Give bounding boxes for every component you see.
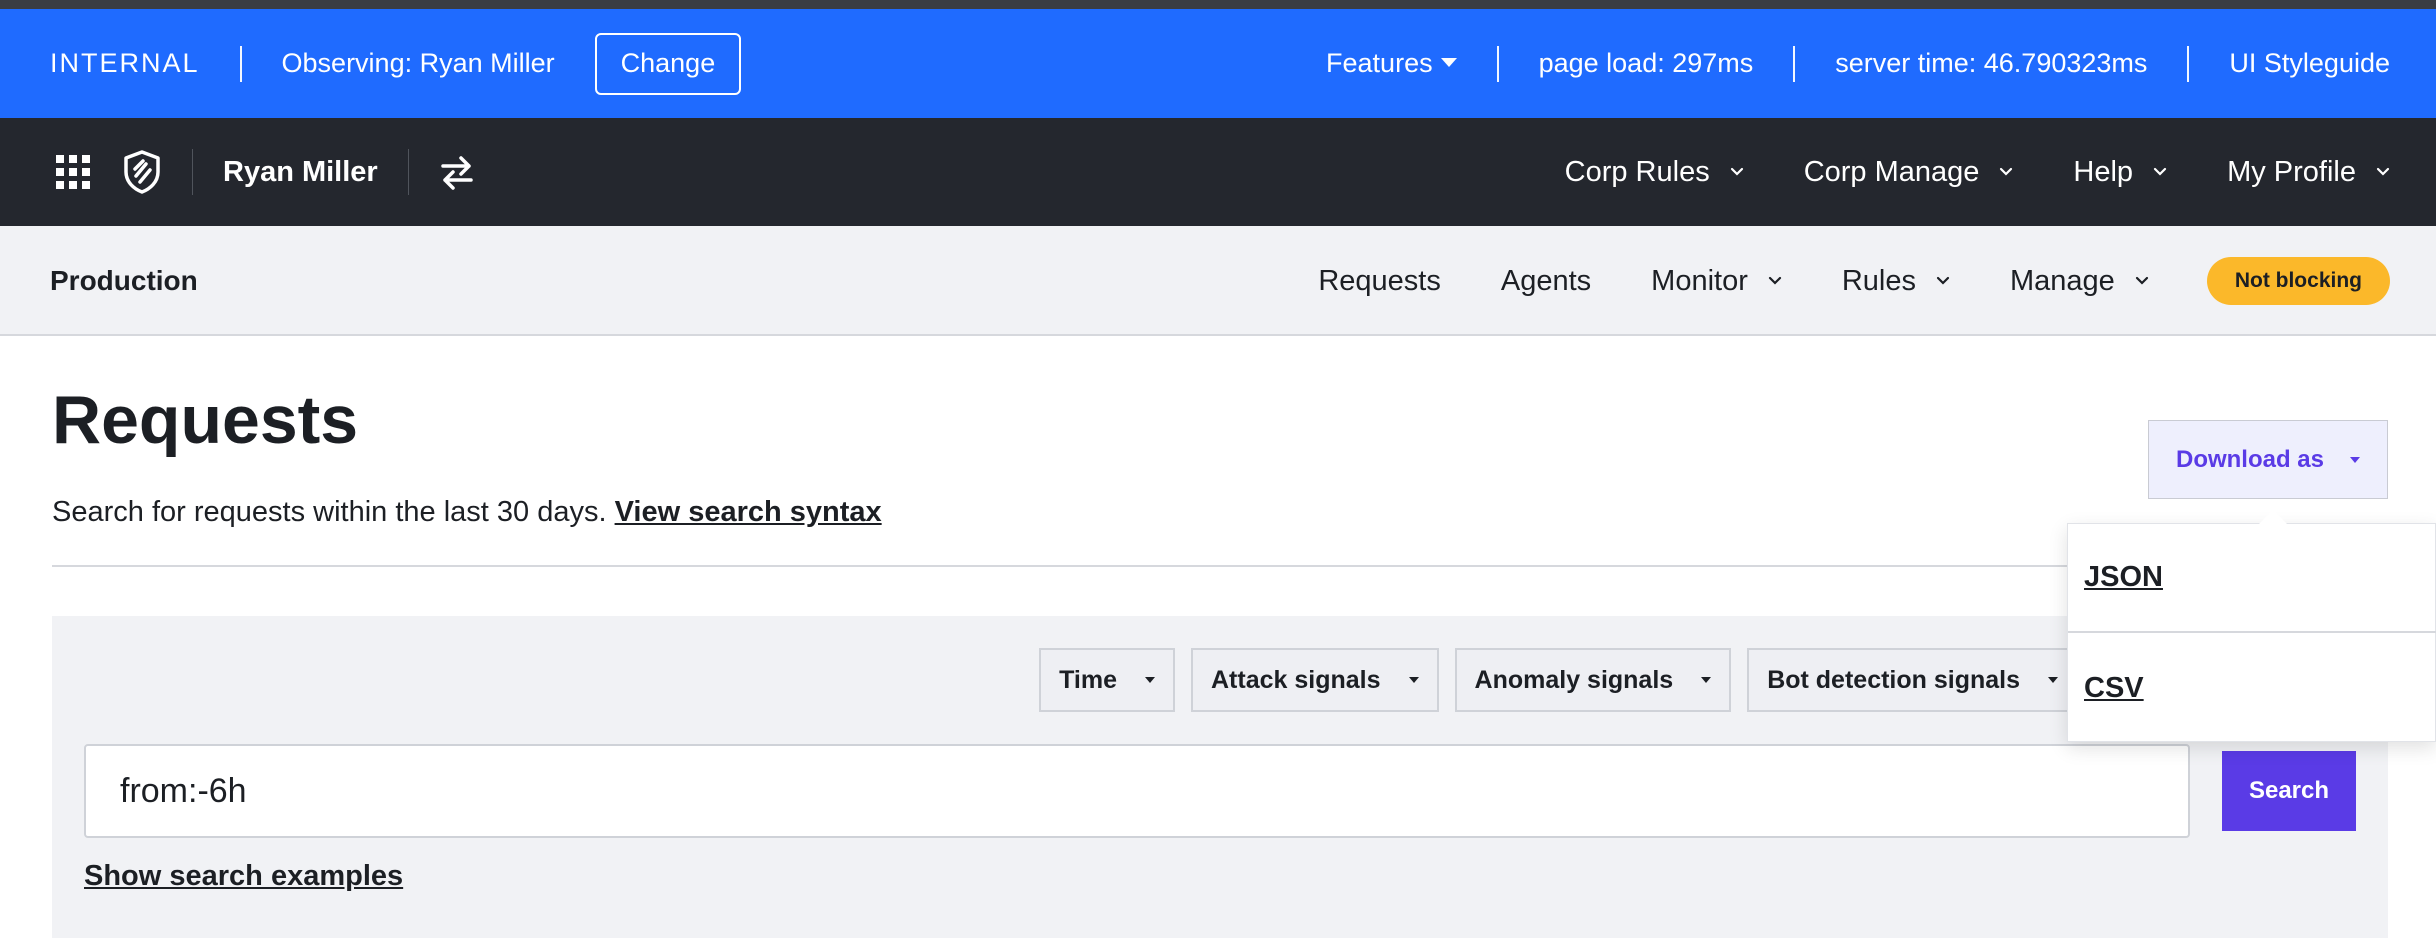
main-nav: Ryan Miller Corp Rules Corp Manage Help … <box>0 118 2436 226</box>
corp-manage-label: Corp Manage <box>1803 155 1980 188</box>
dropdown-arrow <box>2259 510 2287 524</box>
app-grid-icon[interactable] <box>56 155 90 189</box>
divider <box>407 149 409 195</box>
corp-manage-menu[interactable]: Corp Manage <box>1804 156 2014 189</box>
view-search-syntax-link[interactable]: View search syntax <box>615 496 882 528</box>
caret-down-icon <box>1145 677 1155 683</box>
attack-signals-label: Attack signals <box>1211 665 1381 694</box>
site-nav-monitor[interactable]: Monitor <box>1651 265 1782 298</box>
divider <box>1793 45 1796 82</box>
chevron-down-icon <box>1768 276 1781 285</box>
main-nav-left: Ryan Miller <box>56 118 475 226</box>
download-as-label: Download as <box>2175 445 2325 473</box>
bot-detection-signals-label: Bot detection signals <box>1767 665 2020 694</box>
help-label: Help <box>2073 155 2134 188</box>
download-as-button[interactable]: Download as <box>2148 420 2388 499</box>
chevron-down-icon <box>1730 167 1743 176</box>
search-panel: Time Attack signals Anomaly signals Bot … <box>52 616 2388 938</box>
divider <box>192 149 193 195</box>
chevron-down-icon <box>1936 276 1950 285</box>
internal-label: INTERNAL <box>50 48 200 78</box>
caret-down-icon <box>1701 677 1712 683</box>
bot-detection-signals-filter[interactable]: Bot detection signals <box>1747 648 2078 712</box>
site-nav-manage[interactable]: Manage <box>2010 265 2149 298</box>
time-filter-label: Time <box>1059 665 1117 694</box>
site-nav-agents[interactable]: Agents <box>1501 265 1591 298</box>
page-title: Requests <box>52 382 359 458</box>
manage-label: Manage <box>2010 264 2115 297</box>
filter-row: Time Attack signals Anomaly signals Bot … <box>1023 648 2078 712</box>
my-profile-label: My Profile <box>2227 155 2356 188</box>
help-menu[interactable]: Help <box>2073 156 2167 189</box>
swap-icon[interactable] <box>439 154 475 190</box>
divider <box>52 565 2392 567</box>
ui-styleguide-link[interactable]: UI Styleguide <box>2229 48 2390 79</box>
blocking-status-badge: Not blocking <box>2206 257 2390 305</box>
time-filter[interactable]: Time <box>1039 648 1175 712</box>
monitor-label: Monitor <box>1651 264 1748 297</box>
user-name: Ryan Miller <box>223 155 378 188</box>
internal-bar-right: Features page load: 297ms server time: 4… <box>1326 9 2390 118</box>
site-nav-requests[interactable]: Requests <box>1318 265 1441 298</box>
search-input[interactable] <box>84 744 2190 838</box>
features-label: Features <box>1326 48 1433 78</box>
requests-label: Requests <box>1318 264 1441 297</box>
caret-down-icon <box>1408 677 1419 683</box>
caret-down-icon <box>1440 58 1457 68</box>
download-dropdown-menu: JSON CSV <box>2067 510 2436 743</box>
show-search-examples-link[interactable]: Show search examples <box>84 860 403 893</box>
site-nav-rules[interactable]: Rules <box>1842 265 1950 298</box>
features-menu[interactable]: Features <box>1326 48 1457 79</box>
anomaly-signals-filter[interactable]: Anomaly signals <box>1454 648 1732 712</box>
change-user-button[interactable]: Change <box>594 32 742 95</box>
observing-user-text: Observing: Ryan Miller <box>281 48 555 78</box>
caret-down-icon <box>2350 456 2361 463</box>
internal-bar: INTERNAL Observing: Ryan Miller Change F… <box>0 9 2436 118</box>
chevron-down-icon <box>2135 276 2148 285</box>
divider <box>2187 45 2190 82</box>
chevron-down-icon <box>2376 167 2390 176</box>
corp-rules-menu[interactable]: Corp Rules <box>1565 156 1744 189</box>
main-nav-right: Corp Rules Corp Manage Help My Profile <box>1505 118 2390 226</box>
page-load-text: page load: 297ms <box>1538 48 1754 78</box>
search-button[interactable]: Search <box>2222 751 2356 831</box>
divider <box>1496 45 1499 82</box>
divider <box>239 45 242 82</box>
site-nav-right: Requests Agents Monitor Rules Manage Not… <box>1258 226 2390 336</box>
caret-down-icon <box>2048 677 2058 683</box>
attack-signals-filter[interactable]: Attack signals <box>1191 648 1439 712</box>
download-csv-option[interactable]: CSV <box>2068 634 2436 743</box>
chevron-down-icon <box>2000 167 2013 176</box>
site-nav: Production Requests Agents Monitor Rules… <box>0 226 2436 336</box>
site-name: Production <box>50 265 198 296</box>
chevron-down-icon <box>2153 167 2167 176</box>
rules-label: Rules <box>1841 264 1917 297</box>
corp-rules-label: Corp Rules <box>1564 155 1710 188</box>
server-time-text: server time: 46.790323ms <box>1835 48 2148 78</box>
shield-logo-icon[interactable] <box>122 150 162 194</box>
page-subtitle: Search for requests within the last 30 d… <box>52 496 882 529</box>
agents-label: Agents <box>1500 264 1592 297</box>
internal-bar-left: INTERNAL Observing: Ryan Miller Change <box>50 9 742 118</box>
anomaly-signals-label: Anomaly signals <box>1474 665 1674 694</box>
subtitle-text: Search for requests within the last 30 d… <box>52 496 607 528</box>
top-strip <box>0 0 2436 9</box>
download-json-option[interactable]: JSON <box>2068 524 2436 633</box>
my-profile-menu[interactable]: My Profile <box>2227 156 2390 189</box>
